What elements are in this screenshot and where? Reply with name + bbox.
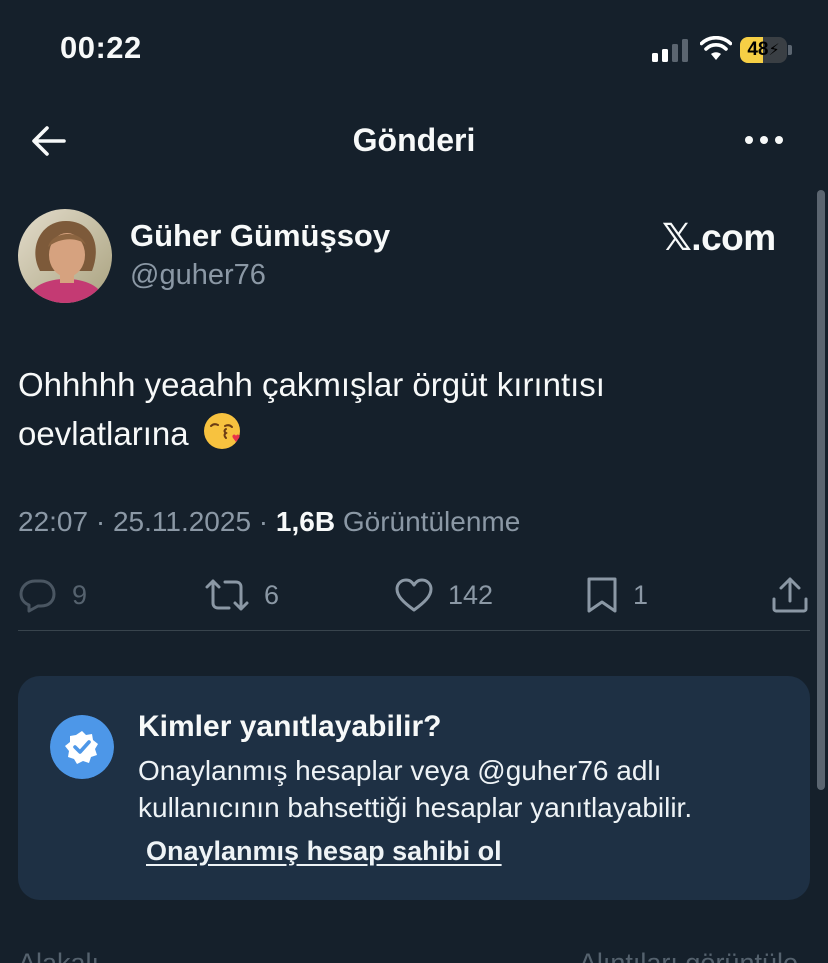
post-date: 25.11.2025 [112,506,252,537]
post-time: 22:07 [18,506,89,537]
divider [18,630,810,631]
battery-charging-icon: 48⚡ [740,37,792,63]
post-text-line-2: oevlatlarına [18,415,189,452]
reply-icon [19,579,56,613]
views-label[interactable]: Görüntülenme [343,506,520,537]
face-blowing-kiss-emoji [203,413,240,449]
scrollbar[interactable] [817,190,825,790]
author-handle[interactable]: @guher76 [130,259,266,292]
xcom-watermark: 𝕏.com [662,217,776,258]
meta-separator-2: · [251,506,276,537]
like-icon [395,578,433,612]
reply-restriction-line-1: Onaylanmış hesaplar veya @guher76 adlı [138,755,662,786]
repost-count: 6 [264,579,280,610]
share-icon [772,577,808,613]
page-title: Gönderi [352,122,476,158]
share-button[interactable] [770,574,810,616]
reply-restriction-line-2: kullanıcının bahsettiği hesaplar yanıtla… [138,792,693,823]
post-text: Ohhhhh yeaahh çakmışlar örgüt kırıntısı … [18,360,798,458]
avatar[interactable] [18,209,112,303]
wifi-icon [700,36,732,60]
like-button[interactable]: 142 [394,574,493,616]
reply-button[interactable]: 9 [18,574,87,616]
status-time: 00:22 [60,30,142,65]
like-count: 142 [448,579,494,610]
author-name[interactable]: Güher Gümüşsoy [130,218,390,254]
battery-percent: 48 [747,39,769,60]
reply-count: 9 [72,579,88,610]
more-horizontal-icon[interactable] [744,131,784,149]
repost-icon [205,579,249,611]
reply-restriction-title: Kimler yanıtlayabilir? [138,710,442,743]
signal-icon [652,38,692,62]
repost-button[interactable]: 6 [204,574,279,616]
get-verified-link[interactable]: Onaylanmış hesap sahibi ol [146,836,502,867]
meta-separator-1: · [88,506,113,537]
verified-badge-icon [50,715,114,779]
post-meta: 22:07 · 25.11.2025 · 1,6B Görüntülenme [18,506,520,538]
views-count: 1,6B [275,506,336,537]
reply-restriction-body: Onaylanmış hesaplar veya @guher76 adlı k… [138,752,798,826]
view-quotes-link[interactable]: Alıntıları görüntüle [579,948,798,963]
bookmark-button[interactable]: 1 [585,574,648,616]
post-text-line-1: Ohhhhh yeaahh çakmışlar örgüt kırıntısı [18,366,605,403]
bookmark-count: 1 [633,579,649,610]
related-tab[interactable]: Alakalı [18,948,99,963]
bookmark-icon [587,577,617,613]
